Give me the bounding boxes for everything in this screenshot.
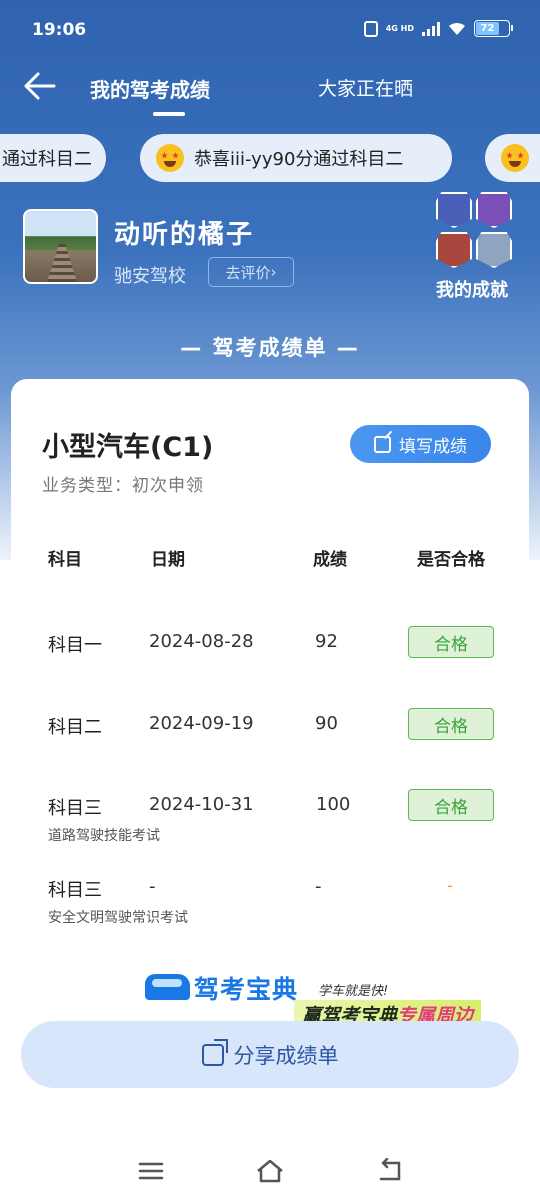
- ticker-item-text: 通过科目二: [2, 149, 92, 170]
- user-name: 动听的橘子: [114, 220, 255, 250]
- header-subject: 科目: [48, 550, 82, 570]
- header-score: 成绩: [313, 550, 347, 570]
- row-score: 92: [315, 631, 338, 652]
- brand-slogan: 学车就是快!: [318, 984, 389, 999]
- row-date: 2024-08-28: [149, 631, 254, 652]
- ticker-item: [485, 134, 540, 182]
- share-icon: [201, 1038, 228, 1066]
- system-nav-bar: [0, 1140, 540, 1204]
- tab-my-scores[interactable]: 我的驾考成绩: [90, 74, 210, 103]
- badge-icon: [436, 192, 472, 228]
- row-date: 2024-09-19: [149, 713, 254, 734]
- fill-score-label: 填写成绩: [399, 436, 467, 457]
- fill-score-button[interactable]: 填写成绩: [350, 425, 491, 463]
- score-card: 小型汽车(C1) 业务类型：初次申领 填写成绩 科目 日期 成绩 是否合格 科目…: [11, 379, 529, 1019]
- back-icon[interactable]: [375, 1158, 405, 1184]
- menu-icon[interactable]: [136, 1158, 166, 1184]
- home-icon[interactable]: [255, 1158, 285, 1184]
- status-icons: 4G HD 72: [363, 20, 513, 37]
- badge-icon: [436, 232, 472, 268]
- top-nav: 我的驾考成绩 大家正在晒: [0, 62, 540, 118]
- row-subject: 科目三: [48, 880, 102, 901]
- row-subject: 科目二: [48, 717, 102, 738]
- pass-badge: 合格: [408, 789, 494, 821]
- network-type-label: 4G HD: [385, 23, 414, 33]
- badge-icon: [476, 232, 512, 268]
- license-type: 小型汽车(C1): [42, 432, 214, 463]
- rate-school-label: 去评价: [225, 263, 271, 282]
- row-subject: 科目一: [48, 635, 102, 656]
- status-bar: 19:06 4G HD 72: [0, 0, 540, 62]
- chevron-right-icon: ›: [270, 263, 277, 281]
- star-eyes-emoji-icon: [501, 144, 529, 172]
- avatar[interactable]: [23, 209, 98, 284]
- rate-school-button[interactable]: 去评价 ›: [208, 257, 294, 287]
- pass-badge: 合格: [408, 626, 494, 658]
- row-date: -: [149, 876, 156, 897]
- row-score: 90: [315, 713, 338, 734]
- tab-indicator: [153, 112, 185, 116]
- pass-badge: 合格: [408, 708, 494, 740]
- edit-icon: [374, 435, 391, 453]
- driving-school-name: 驰安驾校: [114, 266, 186, 287]
- wifi-icon: [449, 22, 465, 35]
- tab-everyone-sharing[interactable]: 大家正在晒: [318, 74, 413, 101]
- row-subject-note: 道路驾驶技能考试: [48, 828, 160, 844]
- row-date: 2024-10-31: [149, 794, 254, 815]
- achievement-badges[interactable]: [436, 192, 516, 270]
- share-scores-label: 分享成绩单: [233, 1043, 339, 1068]
- section-title: — 驾考成绩单 —: [180, 336, 360, 360]
- brand-name: 驾考宝典: [194, 975, 299, 1004]
- header-pass: 是否合格: [417, 550, 485, 570]
- car-logo-icon: [145, 974, 190, 1000]
- ticker-item: 恭喜iii-yy90分通过科目二: [140, 134, 452, 182]
- brand-footer: 驾考宝典 学车就是快! 赢驾考宝典 专属周边: [0, 966, 540, 1028]
- announcement-ticker: 通过科目二 恭喜iii-yy90分通过科目二: [0, 134, 540, 182]
- ticker-item: 通过科目二: [0, 134, 106, 182]
- pass-status-empty: -: [447, 876, 453, 895]
- row-subject: 科目三: [48, 798, 102, 819]
- header-date: 日期: [151, 550, 185, 570]
- row-subject-note: 安全文明驾驶常识考试: [48, 910, 188, 926]
- row-score: 100: [316, 794, 351, 815]
- vibrate-icon: [363, 20, 378, 37]
- badge-icon: [476, 192, 512, 228]
- star-eyes-emoji-icon: [156, 144, 184, 172]
- row-score: -: [315, 876, 322, 897]
- business-type: 业务类型：初次申领: [42, 476, 204, 496]
- my-achievements-label[interactable]: 我的成就: [436, 276, 508, 302]
- signal-icon: [422, 21, 440, 36]
- status-time: 19:06: [32, 20, 87, 40]
- share-scores-button[interactable]: 分享成绩单: [21, 1021, 519, 1088]
- battery-icon: 72: [474, 20, 513, 37]
- ticker-item-text: 恭喜iii-yy90分通过科目二: [194, 149, 404, 170]
- back-arrow-icon[interactable]: [22, 70, 58, 102]
- battery-level: 72: [476, 22, 500, 35]
